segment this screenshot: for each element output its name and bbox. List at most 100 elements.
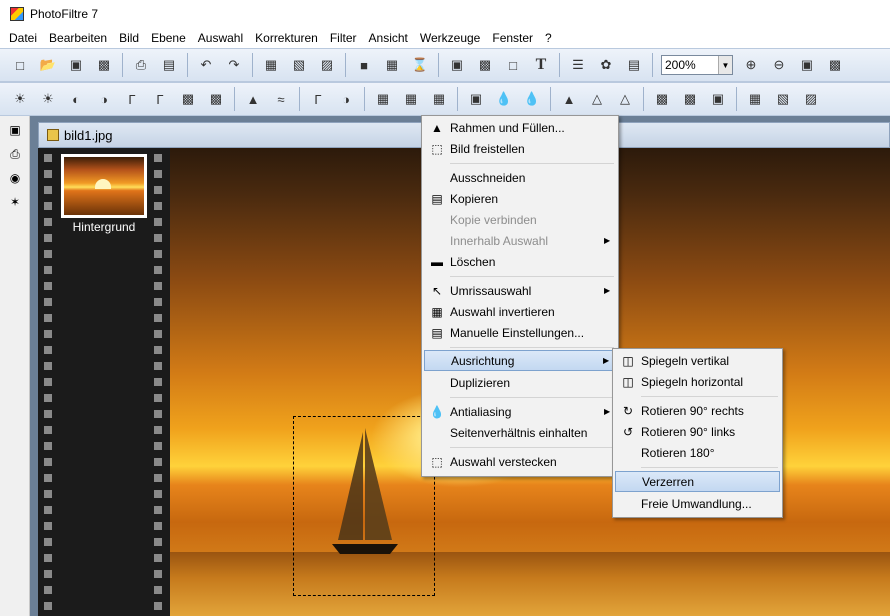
menu-item-spiegeln-horizontal[interactable]: ◫ Spiegeln horizontal bbox=[615, 371, 780, 392]
menu-ebene[interactable]: Ebene bbox=[145, 28, 192, 48]
selection-marquee[interactable] bbox=[293, 416, 435, 596]
zoom-out-icon[interactable]: ⊖ bbox=[767, 53, 791, 77]
menu-bearbeiten[interactable]: Bearbeiten bbox=[43, 28, 113, 48]
saturation-minus-icon[interactable]: ▩ bbox=[176, 87, 200, 111]
sharpen-icon[interactable]: △ bbox=[585, 87, 609, 111]
menu-item-innerhalb-auswahl: Innerhalb Auswahl ▶ bbox=[424, 230, 616, 251]
save-as-icon[interactable]: ▩ bbox=[92, 53, 116, 77]
menu-item-ausschneiden[interactable]: Ausschneiden bbox=[424, 167, 616, 188]
menu-korrekturen[interactable]: Korrekturen bbox=[249, 28, 324, 48]
menu-item-rotieren-rechts[interactable]: ↻ Rotieren 90° rechts bbox=[615, 400, 780, 421]
brightness-minus-icon[interactable]: ☀ bbox=[8, 87, 32, 111]
menu-datei[interactable]: Datei bbox=[3, 28, 43, 48]
submenu-ausrichtung: ◫ Spiegeln vertikal ◫ Spiegeln horizonta… bbox=[612, 348, 783, 518]
menu-item-antialiasing[interactable]: 💧 Antialiasing ▶ bbox=[424, 401, 616, 422]
resize-image-icon[interactable]: ▣ bbox=[445, 53, 469, 77]
menu-ansicht[interactable]: Ansicht bbox=[363, 28, 414, 48]
menu-item-duplizieren[interactable]: Duplizieren bbox=[424, 372, 616, 393]
menu-separator bbox=[450, 447, 614, 448]
contrast-plus-icon[interactable]: ◑ bbox=[92, 87, 116, 111]
star-icon[interactable]: ✶ bbox=[5, 192, 25, 212]
menu-item-rahmen-fuellen[interactable]: ▲ Rahmen und Füllen... bbox=[424, 117, 616, 138]
paste-new-icon[interactable]: ▧ bbox=[287, 53, 311, 77]
text-icon[interactable]: T bbox=[529, 53, 553, 77]
redo-icon[interactable]: ↷ bbox=[222, 53, 246, 77]
gamma-plus-icon[interactable]: Γ bbox=[148, 87, 172, 111]
hourglass-icon[interactable]: ⌛ bbox=[408, 53, 432, 77]
menu-item-seitenverhaeltnis[interactable]: Seitenverhältnis einhalten bbox=[424, 422, 616, 443]
menu-item-umrissauswahl[interactable]: ↖ Umrissauswahl ▶ bbox=[424, 280, 616, 301]
menu-fenster[interactable]: Fenster bbox=[486, 28, 539, 48]
zoom-select[interactable]: 200% ▼ bbox=[661, 55, 733, 75]
open-file-icon[interactable]: 📂 bbox=[36, 53, 60, 77]
paste-special-icon[interactable]: ▨ bbox=[315, 53, 339, 77]
texture-filter-icon[interactable]: ▦ bbox=[427, 87, 451, 111]
print-icon[interactable]: ⎙ bbox=[129, 53, 153, 77]
curves-icon[interactable]: ≈ bbox=[269, 87, 293, 111]
menu-item-kopieren[interactable]: ▤ Kopieren bbox=[424, 188, 616, 209]
gamma-minus-icon[interactable]: Γ bbox=[120, 87, 144, 111]
main-toolbar: □ 📂 ▣ ▩ ⎙ ▤ ↶ ↷ ▦ ▧ ▨ ■ ▦ ⌛ ▣ ▩ □ T ☰ ✿ … bbox=[0, 48, 890, 82]
mask-icon[interactable]: ▧ bbox=[771, 87, 795, 111]
filter-toolbar: ☀ ☀ ◐ ◑ Γ Γ ▩ ▩ ▲ ≈ Γ ◑ ▦ ▦ ▦ ▣ 💧 💧 ▲ △ … bbox=[0, 82, 890, 116]
menu-filter[interactable]: Filter bbox=[324, 28, 363, 48]
saturation-plus-icon[interactable]: ▩ bbox=[204, 87, 228, 111]
menu-item-bild-freistellen[interactable]: ⬚ Bild freistellen bbox=[424, 138, 616, 159]
mosaic-filter-icon[interactable]: ▦ bbox=[399, 87, 423, 111]
submenu-arrow-icon: ▶ bbox=[604, 286, 611, 295]
plugin-icon[interactable]: ✿ bbox=[594, 53, 618, 77]
canvas-size-icon[interactable]: ▩ bbox=[473, 53, 497, 77]
actual-size-icon[interactable]: ▩ bbox=[823, 53, 847, 77]
stamp-icon[interactable]: ▨ bbox=[799, 87, 823, 111]
save-icon[interactable]: ▣ bbox=[64, 53, 88, 77]
menu-item-ausrichtung[interactable]: Ausrichtung ▶ bbox=[424, 350, 616, 371]
menu-item-verzerren[interactable]: Verzerren bbox=[615, 471, 780, 492]
drop-soft-icon[interactable]: 💧 bbox=[492, 87, 516, 111]
book-icon[interactable]: ▦ bbox=[743, 87, 767, 111]
zoom-in-icon[interactable]: ⊕ bbox=[739, 53, 763, 77]
menu-item-loeschen[interactable]: ▬ Löschen bbox=[424, 251, 616, 272]
crop-icon[interactable]: □ bbox=[501, 53, 525, 77]
eraser-icon: ▬ bbox=[431, 254, 443, 269]
palette-icon[interactable]: ▦ bbox=[380, 53, 404, 77]
menu-item-manuelle-einstellungen[interactable]: ▤ Manuelle Einstellungen... bbox=[424, 322, 616, 343]
contrast-minus-icon[interactable]: ◐ bbox=[64, 87, 88, 111]
menu-werkzeuge[interactable]: Werkzeuge bbox=[414, 28, 486, 48]
paste-icon[interactable]: ▦ bbox=[259, 53, 283, 77]
chevron-down-icon[interactable]: ▼ bbox=[718, 56, 732, 74]
menu-item-auswahl-verstecken[interactable]: ⬚ Auswahl verstecken bbox=[424, 451, 616, 472]
gif-animation-icon[interactable]: ▣ bbox=[5, 120, 25, 140]
menu-item-rotieren-links[interactable]: ↺ Rotieren 90° links bbox=[615, 421, 780, 442]
explorer-icon[interactable]: ☰ bbox=[566, 53, 590, 77]
undo-icon[interactable]: ↶ bbox=[194, 53, 218, 77]
auto-gamma-icon[interactable]: Γ bbox=[306, 87, 330, 111]
emboss-icon[interactable]: ▲ bbox=[557, 87, 581, 111]
globe-icon[interactable]: ◉ bbox=[5, 168, 25, 188]
drop-sharp-icon[interactable]: 💧 bbox=[520, 87, 544, 111]
scan-icon[interactable]: ▤ bbox=[157, 53, 181, 77]
brightness-plus-icon[interactable]: ☀ bbox=[36, 87, 60, 111]
toolbar-divider bbox=[652, 53, 653, 77]
sharpen-more-icon[interactable]: △ bbox=[613, 87, 637, 111]
menu-item-spiegeln-vertikal[interactable]: ◫ Spiegeln vertikal bbox=[615, 350, 780, 371]
menu-item-auswahl-invertieren[interactable]: ▦ Auswahl invertieren bbox=[424, 301, 616, 322]
printer-icon[interactable]: ⎙ bbox=[5, 144, 25, 164]
menu-item-freie-umwandlung[interactable]: Freie Umwandlung... bbox=[615, 493, 780, 514]
fit-window-icon[interactable]: ▣ bbox=[795, 53, 819, 77]
frame-icon[interactable]: ▣ bbox=[706, 87, 730, 111]
new-file-icon[interactable]: □ bbox=[8, 53, 32, 77]
levels-icon[interactable]: ▲ bbox=[241, 87, 265, 111]
blur-icon[interactable]: ▣ bbox=[464, 87, 488, 111]
menu-help[interactable]: ? bbox=[539, 28, 558, 48]
gradient-icon[interactable]: ▩ bbox=[650, 87, 674, 111]
auto-contrast-icon[interactable]: ◑ bbox=[334, 87, 358, 111]
fill-icon[interactable]: ■ bbox=[352, 53, 376, 77]
grid-filter-icon[interactable]: ▦ bbox=[371, 87, 395, 111]
layer-thumbnail[interactable] bbox=[61, 154, 147, 218]
toolbar-divider bbox=[234, 87, 235, 111]
settings-icon[interactable]: ▤ bbox=[622, 53, 646, 77]
menu-bild[interactable]: Bild bbox=[113, 28, 145, 48]
menu-auswahl[interactable]: Auswahl bbox=[192, 28, 249, 48]
color-gradient-icon[interactable]: ▩ bbox=[678, 87, 702, 111]
menu-item-rotieren-180[interactable]: Rotieren 180° bbox=[615, 442, 780, 463]
